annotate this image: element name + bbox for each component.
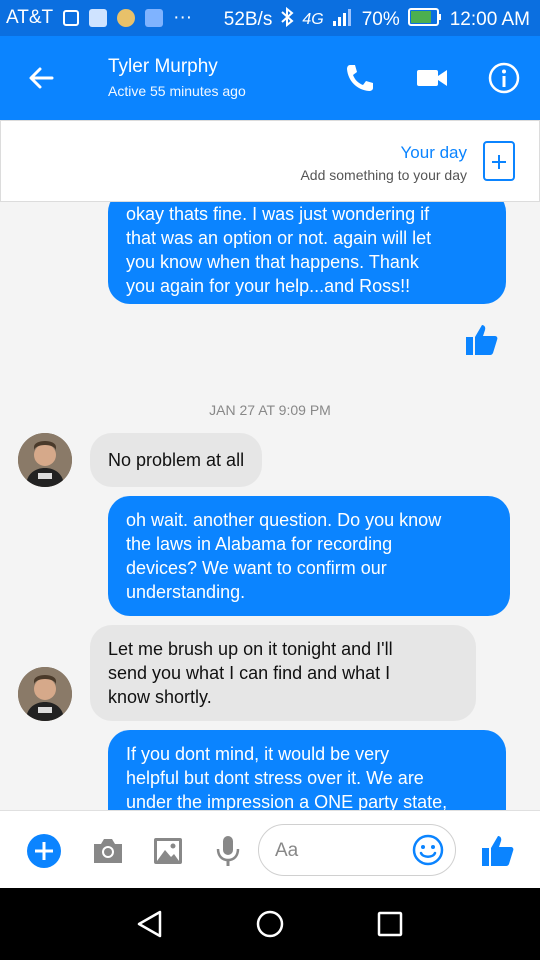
message-line: Let me brush up on it tonight and I'll bbox=[108, 639, 393, 659]
contact-active-status: Active 55 minutes ago bbox=[108, 83, 246, 99]
message-line: you know when that happens. Thank bbox=[126, 252, 419, 272]
image-icon bbox=[154, 838, 182, 864]
camera-button[interactable] bbox=[90, 833, 126, 869]
more-actions-button[interactable] bbox=[26, 833, 62, 869]
arrow-left-icon bbox=[29, 67, 54, 89]
more-notifications-icon: ··· bbox=[173, 7, 193, 28]
contact-avatar[interactable] bbox=[18, 433, 72, 487]
circle-home-icon bbox=[256, 910, 284, 938]
status-bar: AT&T ··· 52B/s 4G 70% 12:00 AM bbox=[0, 0, 540, 36]
emoji-button[interactable] bbox=[411, 833, 445, 867]
message-line: If you dont mind, it would be very bbox=[126, 744, 390, 764]
app-notification-icon bbox=[117, 9, 136, 27]
contact-name[interactable]: Tyler Murphy bbox=[108, 56, 218, 78]
incoming-message[interactable]: Let me brush up on it tonight and I'll s… bbox=[90, 625, 476, 721]
outgoing-message[interactable]: oh wait. another question. Do you know t… bbox=[108, 496, 510, 616]
your-day-banner: Your day Add something to your day bbox=[0, 120, 540, 202]
bluetooth-icon bbox=[280, 6, 294, 33]
battery-level: 70% bbox=[361, 9, 400, 30]
outgoing-message[interactable]: okay thats fine. I was just wondering if… bbox=[108, 202, 506, 304]
message-line: that was an option or not. again will le… bbox=[126, 228, 432, 248]
message-line: know shortly. bbox=[108, 687, 212, 707]
message-line: helpful but dont stress over it. We are bbox=[126, 768, 424, 788]
message-line: send you what I can find and what I bbox=[108, 663, 391, 683]
message-line: the laws in Alabama for recording bbox=[126, 534, 393, 554]
add-to-day-button[interactable] bbox=[483, 141, 515, 181]
outgoing-message[interactable]: If you dont mind, it would be very helpf… bbox=[108, 730, 506, 810]
contact-photo bbox=[18, 667, 72, 721]
phone-icon bbox=[347, 65, 373, 91]
your-day-subtitle: Add something to your day bbox=[300, 167, 467, 183]
nav-recents-button[interactable] bbox=[374, 908, 406, 940]
nav-home-button[interactable] bbox=[254, 908, 286, 940]
message-line: No problem at all bbox=[108, 450, 245, 470]
thumbs-up-icon bbox=[466, 325, 498, 355]
your-day-title[interactable]: Your day bbox=[401, 143, 467, 163]
square-recents-icon bbox=[377, 911, 403, 937]
thumbs-up-icon bbox=[482, 836, 514, 866]
network-speed: 52B/s bbox=[223, 9, 273, 30]
walmart-icon bbox=[145, 9, 164, 27]
system-navigation-bar bbox=[0, 888, 540, 960]
conversation-info-button[interactable] bbox=[486, 60, 522, 96]
plus-circle-icon bbox=[27, 834, 61, 868]
smiley-icon bbox=[412, 834, 444, 866]
back-button[interactable] bbox=[26, 62, 58, 94]
voice-message-button[interactable] bbox=[210, 833, 246, 869]
camera-icon bbox=[94, 839, 122, 863]
info-icon bbox=[488, 62, 520, 94]
send-like-button[interactable] bbox=[480, 833, 516, 869]
video-camera-icon bbox=[417, 70, 447, 86]
voice-call-button[interactable] bbox=[342, 60, 378, 96]
gallery-button[interactable] bbox=[150, 833, 186, 869]
message-input[interactable] bbox=[275, 837, 405, 865]
battery-icon bbox=[407, 8, 442, 32]
triangle-back-icon bbox=[137, 910, 162, 938]
carrier-label: AT&T bbox=[6, 7, 54, 28]
microphone-icon bbox=[216, 836, 240, 866]
conversation-header: Tyler Murphy Active 55 minutes ago bbox=[0, 36, 540, 120]
photo-notification-icon bbox=[89, 9, 108, 27]
thumbs-up-sticker[interactable] bbox=[464, 322, 500, 358]
message-timestamp: JAN 27 AT 9:09 PM bbox=[209, 402, 331, 418]
notification-icon bbox=[63, 10, 80, 26]
message-line: okay thats fine. I was just wondering if bbox=[126, 204, 430, 224]
network-type: 4G bbox=[302, 11, 324, 28]
nav-back-button[interactable] bbox=[134, 908, 166, 940]
message-line: understanding. bbox=[126, 582, 246, 602]
video-call-button[interactable] bbox=[414, 60, 450, 96]
message-line: devices? We want to confirm our bbox=[126, 558, 387, 578]
message-input-wrapper[interactable] bbox=[258, 824, 456, 876]
clock: 12:00 AM bbox=[449, 9, 530, 30]
message-thread[interactable]: okay thats fine. I was just wondering if… bbox=[0, 202, 540, 810]
incoming-message[interactable]: No problem at all bbox=[90, 433, 263, 487]
signal-icon bbox=[332, 7, 354, 33]
message-line: you again for your help...and Ross!! bbox=[126, 276, 411, 296]
message-line: oh wait. another question. Do you know bbox=[126, 510, 442, 530]
contact-avatar[interactable] bbox=[18, 667, 72, 721]
message-composer bbox=[0, 810, 540, 888]
contact-photo bbox=[18, 433, 72, 487]
message-line: under the impression a ONE party state, bbox=[126, 792, 448, 810]
